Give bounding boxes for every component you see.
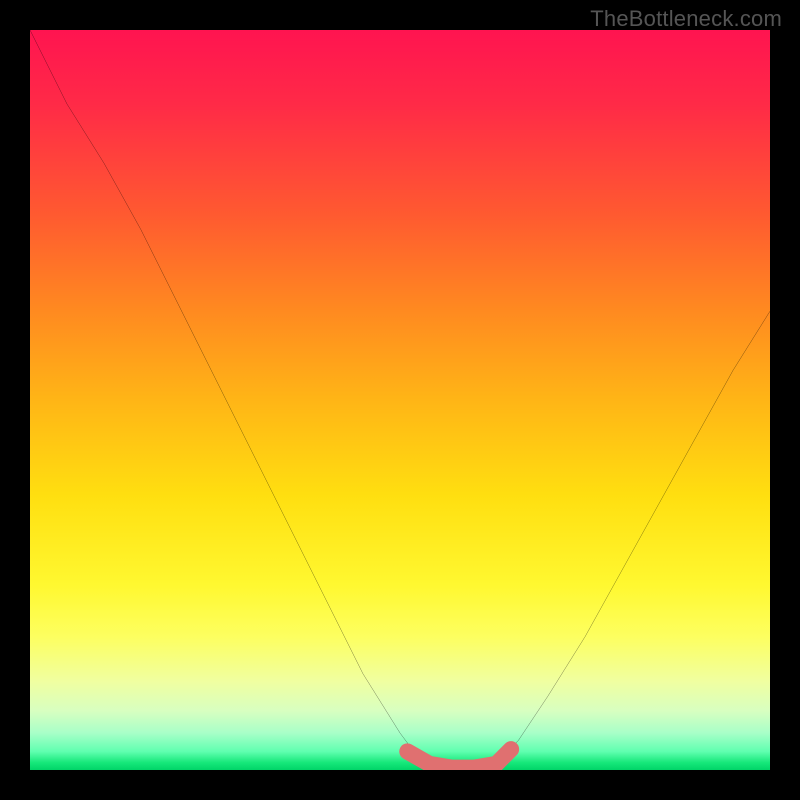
watermark-text: TheBottleneck.com <box>590 6 782 32</box>
plot-area <box>30 30 770 770</box>
curve-layer <box>30 30 770 770</box>
bottleneck-curve <box>30 30 770 770</box>
flat-bottom-highlight <box>407 749 511 768</box>
chart-frame: TheBottleneck.com <box>0 0 800 800</box>
